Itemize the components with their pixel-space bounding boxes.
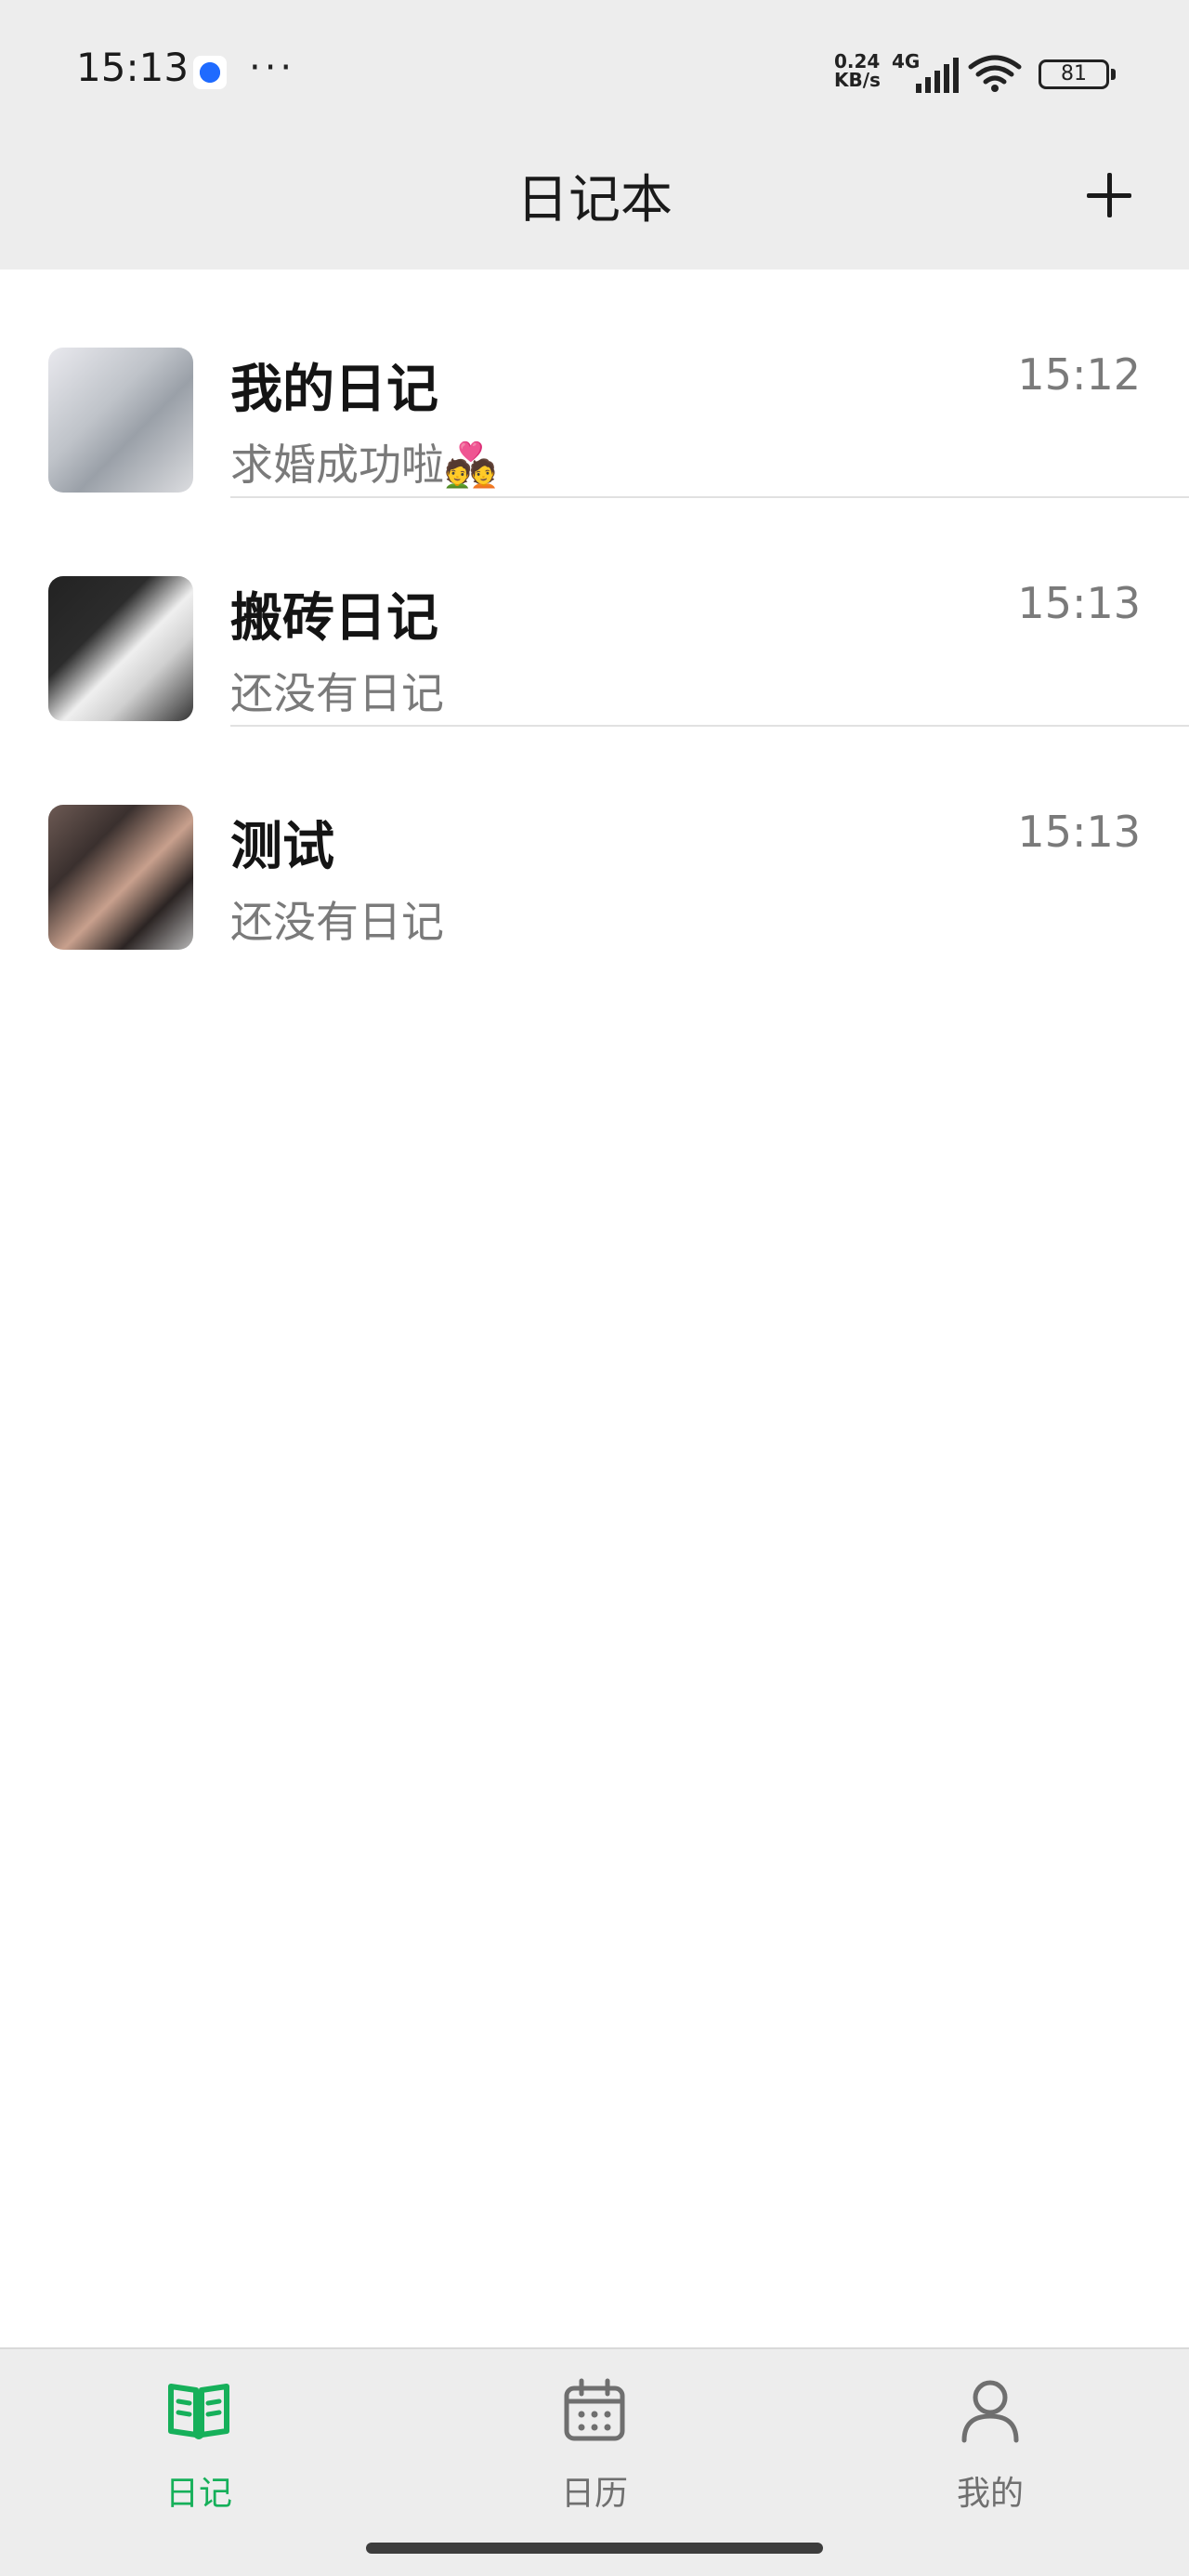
wifi-icon (968, 55, 1022, 92)
signal-icon (916, 58, 959, 93)
network-speed-unit: KB/s (834, 69, 881, 91)
diary-title: 搬砖日记 (230, 588, 438, 649)
status-time: 15:13 (76, 45, 189, 90)
diary-list: 我的日记 求婚成功啦💑 15:12 搬砖日记 还没有日记 15:13 测试 还没… (0, 269, 1189, 955)
diary-item[interactable]: 搬砖日记 还没有日记 15:13 (0, 498, 1189, 727)
diary-cover-image (48, 348, 193, 493)
diary-latest-entry: 还没有日记 (230, 897, 444, 947)
more-notifications-icon: ··· (249, 46, 296, 89)
tab-diary-label: 日记 (164, 2475, 232, 2513)
diary-title: 我的日记 (230, 360, 438, 420)
app-notification-icon (193, 56, 227, 89)
battery-tip (1111, 69, 1116, 80)
network-speed-value: 0.24 (834, 50, 881, 72)
diary-time: 15:13 (1017, 578, 1141, 628)
tab-me-label: 我的 (956, 2475, 1024, 2513)
tab-calendar-label: 日历 (560, 2475, 628, 2513)
diary-cover-image (48, 576, 193, 721)
status-bar: 15:13 ··· 0.24 KB/s 4G 81 (0, 0, 1189, 149)
diary-latest-entry: 求婚成功啦💑 (230, 440, 498, 490)
diary-title: 测试 (230, 817, 334, 877)
battery-icon: 81 (1039, 59, 1109, 89)
open-book-icon (168, 2384, 229, 2439)
network-speed: 0.24 KB/s (834, 52, 881, 89)
battery-level: 81 (1061, 62, 1087, 85)
home-indicator[interactable] (366, 2543, 823, 2554)
add-diary-button[interactable] (1083, 169, 1135, 221)
top-bar: 15:13 ··· 0.24 KB/s 4G 81 日记本 (0, 0, 1189, 269)
diary-time: 15:12 (1017, 349, 1141, 400)
tab-diary[interactable]: 日记 (106, 2377, 292, 2513)
tab-me[interactable]: 我的 (897, 2377, 1083, 2513)
calendar-icon (564, 2378, 625, 2441)
person-icon (961, 2380, 1019, 2443)
diary-cover-image (48, 805, 193, 950)
diary-item[interactable]: 测试 还没有日记 15:13 (0, 727, 1189, 955)
tab-calendar[interactable]: 日历 (502, 2377, 687, 2513)
diary-latest-entry: 还没有日记 (230, 668, 444, 718)
page-title: 日记本 (516, 170, 673, 230)
diary-item[interactable]: 我的日记 求婚成功啦💑 15:12 (0, 269, 1189, 498)
diary-time: 15:13 (1017, 807, 1141, 857)
